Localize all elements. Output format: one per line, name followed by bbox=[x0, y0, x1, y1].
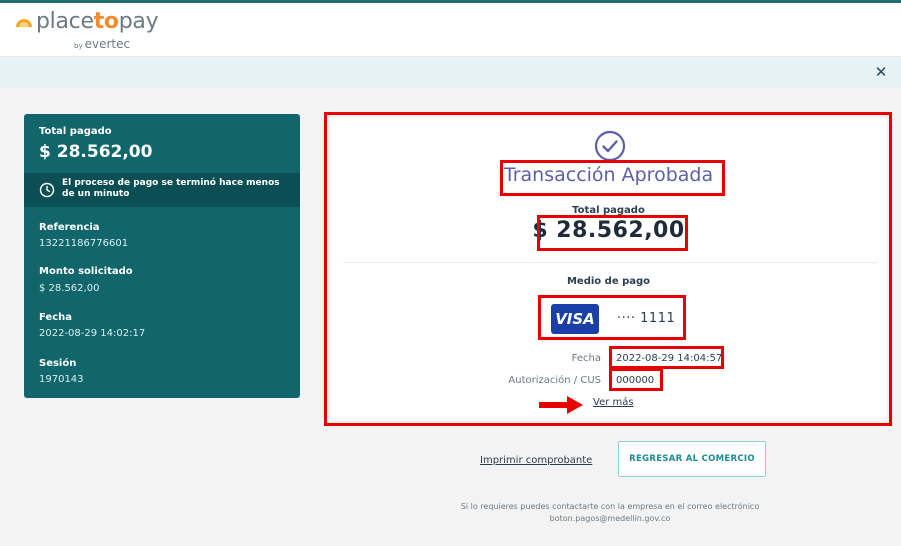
print-receipt-link[interactable]: Imprimir comprobante bbox=[480, 455, 592, 466]
return-to-merchant-button[interactable]: REGRESAR AL COMERCIO bbox=[618, 441, 766, 477]
logo-subtitle: by evertec bbox=[74, 33, 130, 52]
see-more-link[interactable]: Ver más bbox=[593, 397, 634, 408]
summary-reference-label: Referencia bbox=[39, 222, 100, 233]
transaction-status-title: Transacción Aprobada bbox=[503, 164, 714, 186]
close-icon[interactable]: ✕ bbox=[873, 64, 889, 80]
info-banner: ✕ bbox=[0, 58, 901, 88]
logo-part-place: place bbox=[36, 9, 94, 34]
sun-logo-icon bbox=[16, 19, 32, 27]
summary-total-value: $ 28.562,00 bbox=[39, 142, 153, 162]
summary-session-label: Sesión bbox=[39, 358, 77, 369]
total-paid-amount: $ 28.562,00 bbox=[532, 218, 685, 243]
summary-reference-value: 13221186776601 bbox=[39, 238, 129, 249]
contact-text: Si lo requieres puedes contactarte con l… bbox=[460, 502, 760, 511]
payment-method-label: Medio de pago bbox=[566, 276, 651, 287]
header: placetopay by evertec bbox=[0, 3, 901, 57]
summary-date-value: 2022-08-29 14:02:17 bbox=[39, 328, 146, 339]
contact-email: boton.pagos@medellin.gov.co bbox=[549, 514, 671, 523]
transaction-date-label: Fecha bbox=[571, 353, 601, 364]
time-notice-text: El proceso de pago se terminó hace menos… bbox=[62, 178, 280, 199]
check-circle-icon bbox=[594, 130, 626, 162]
logo-by: by bbox=[74, 42, 83, 50]
divider bbox=[343, 262, 878, 263]
visa-card-icon: VISA bbox=[551, 304, 599, 334]
time-notice: El proceso de pago se terminó hace menos… bbox=[24, 173, 300, 207]
transaction-date-value: 2022-08-29 14:04:57 bbox=[616, 353, 723, 364]
arrow-right-icon bbox=[539, 396, 583, 414]
authorization-value: 000000 bbox=[616, 375, 655, 386]
summary-total-label: Total pagado bbox=[39, 126, 112, 137]
logo-part-pay: pay bbox=[118, 9, 159, 34]
card-last-digits: ···· 1111 bbox=[617, 311, 676, 326]
total-paid-label: Total pagado bbox=[572, 205, 645, 216]
summary-amount-label: Monto solicitado bbox=[39, 266, 133, 277]
logo-brand: evertec bbox=[84, 37, 131, 51]
logo-part-to: to bbox=[93, 9, 119, 34]
clock-icon bbox=[39, 182, 55, 198]
summary-date-label: Fecha bbox=[39, 312, 73, 323]
payment-summary-panel: Total pagado $ 28.562,00 El proceso de p… bbox=[24, 114, 300, 398]
logo-wordmark: placetopay bbox=[36, 9, 159, 35]
contact-info: Si lo requieres puedes contactarte con l… bbox=[400, 501, 820, 525]
summary-session-value: 1970143 bbox=[39, 374, 84, 385]
authorization-label: Autorización / CUS bbox=[508, 375, 601, 386]
transaction-result-card: Transacción Aprobada Total pagado $ 28.5… bbox=[331, 118, 886, 420]
summary-amount-value: $ 28.562,00 bbox=[39, 283, 100, 294]
